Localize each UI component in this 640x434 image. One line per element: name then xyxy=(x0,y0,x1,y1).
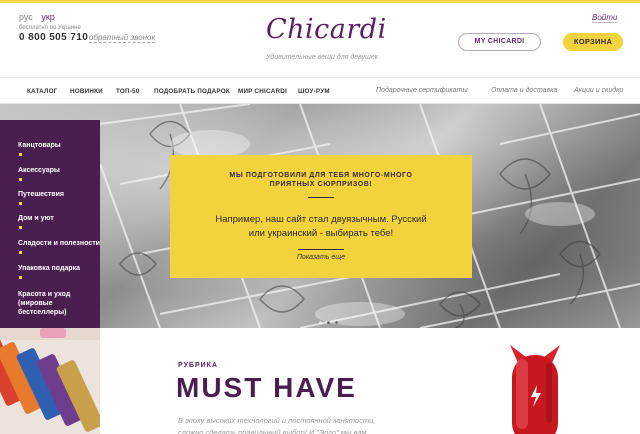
nav-new[interactable]: НОВИНКИ xyxy=(70,88,103,95)
top-accent-line xyxy=(0,0,640,3)
carousel-dots xyxy=(319,321,338,324)
callback-link[interactable]: обратный звонок xyxy=(89,33,156,43)
bullet-dot xyxy=(19,153,22,156)
category-sidebar: Канцтовары Аксессуары Путешествия Дом и … xyxy=(0,120,100,328)
devil-power-bank-image xyxy=(510,345,560,434)
language-switcher: рус укр xyxy=(19,12,61,22)
sidebar-item-stationery[interactable]: Канцтовары xyxy=(18,141,61,150)
product-photo xyxy=(0,328,100,432)
rubric-label: РУБРИКА xyxy=(178,362,218,369)
bullet-dot xyxy=(19,178,22,181)
nav-world[interactable]: МИР CHICARDI xyxy=(238,88,287,95)
phone-number[interactable]: 0 800 505 710 xyxy=(19,32,88,43)
sidebar-item-travel[interactable]: Путешествия xyxy=(18,190,64,199)
free-call-note: бесплатно по Украине xyxy=(19,25,81,31)
bullet-dot xyxy=(19,202,22,205)
carousel-dot[interactable] xyxy=(327,321,330,324)
sidebar-item-gift-wrap[interactable]: Упаковка подарка xyxy=(18,264,80,273)
sidebar-item-home[interactable]: Дом и уют xyxy=(18,214,54,223)
divider xyxy=(298,249,344,250)
leather-cases-image xyxy=(0,328,100,434)
login-link[interactable]: Войти xyxy=(592,13,618,23)
show-more-link[interactable]: Показать еще xyxy=(260,254,382,261)
promo-title: МЫ ПОДГОТОВИЛИ ДЛЯ ТЕБЯ МНОГО-МНОГО ПРИЯ… xyxy=(229,172,413,188)
divider xyxy=(308,197,334,198)
bullet-dot xyxy=(19,226,22,229)
sidebar-item-sweets[interactable]: Сладости и полезности xyxy=(18,239,100,248)
nav-showroom[interactable]: ШОУ-РУМ xyxy=(298,88,330,95)
bullet-dot xyxy=(19,276,22,279)
carousel-dot[interactable] xyxy=(319,321,322,324)
promo-card: МЫ ПОДГОТОВИЛИ ДЛЯ ТЕБЯ МНОГО-МНОГО ПРИЯ… xyxy=(170,155,472,278)
nav-gift-certificates[interactable]: Подарочные сертификаты xyxy=(376,87,468,94)
nav-promotions[interactable]: Акции и скидки xyxy=(574,87,623,94)
nav-gift-finder[interactable]: ПОДОБРАТЬ ПОДАРОК xyxy=(154,88,230,95)
nav-divider-top xyxy=(0,77,640,78)
language-ru[interactable]: рус xyxy=(19,12,33,22)
sidebar-item-accessories[interactable]: Аксессуары xyxy=(18,166,60,175)
section-intro: В эпоху высоких технологий и постоянной … xyxy=(178,416,376,434)
language-ua[interactable]: укр xyxy=(41,12,54,22)
carousel-dot[interactable] xyxy=(335,321,338,324)
nav-top50[interactable]: ТОП-50 xyxy=(116,88,139,95)
tagline: Удивительные вещи для девушек xyxy=(265,54,379,61)
sidebar-item-beauty[interactable]: Красота и уход (мировые бестселлеры) xyxy=(18,290,98,317)
bullet-dot xyxy=(19,251,22,254)
section-title: MUST HAVE xyxy=(176,372,357,403)
promo-text: Например, наш сайт стал двуязычным. Русс… xyxy=(215,214,427,239)
nav-payment-delivery[interactable]: Оплата и доставка xyxy=(491,87,557,94)
nav-catalog[interactable]: КАТАЛОГ xyxy=(27,88,57,95)
my-account-button[interactable]: MY CHICARDI xyxy=(458,33,541,51)
cart-button[interactable]: КОРЗИНА xyxy=(563,33,623,51)
site-logo[interactable]: Chicardi xyxy=(266,14,386,45)
